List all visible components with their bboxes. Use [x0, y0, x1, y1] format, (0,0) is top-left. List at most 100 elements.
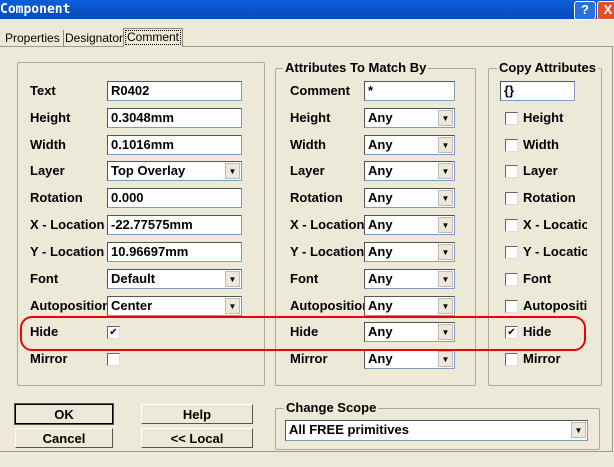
property-value: 0.1016mm — [111, 137, 174, 152]
property-label: Text — [30, 83, 56, 98]
property-input[interactable]: -22.77575mm — [107, 215, 242, 235]
property-value: 0.000 — [111, 190, 144, 205]
match-label: Mirror — [290, 351, 328, 366]
copy-checkbox[interactable] — [505, 219, 518, 232]
property-value: Default — [111, 271, 156, 286]
match-label: Layer — [290, 163, 325, 178]
property-value: Top Overlay — [111, 163, 186, 178]
scope-value: All FREE primitives — [289, 422, 409, 437]
window-title: Component — [0, 2, 71, 17]
match-label: Comment — [290, 83, 350, 98]
property-select[interactable]: Default ▼ — [107, 269, 242, 289]
property-label: Autoposition — [30, 298, 111, 313]
scope-group-title: Change Scope — [284, 400, 379, 415]
match-value: Any — [368, 190, 393, 205]
match-label: X - Location — [290, 217, 364, 232]
property-value: 10.96697mm — [111, 244, 189, 259]
match-value: Any — [368, 298, 393, 313]
copy-checkbox[interactable] — [505, 192, 518, 205]
match-select[interactable]: Any ▼ — [364, 269, 455, 289]
property-label: Mirror — [30, 351, 68, 366]
scope-select[interactable]: All FREE primitives ▼ — [285, 420, 588, 441]
match-label: Autoposition — [290, 298, 364, 313]
match-value: Any — [368, 271, 393, 286]
property-input[interactable]: 0.3048mm — [107, 108, 242, 128]
copy-group-title: Copy Attributes — [497, 60, 599, 75]
property-value: 0.3048mm — [111, 110, 174, 125]
property-select[interactable]: Top Overlay ▼ — [107, 161, 242, 181]
property-label: Layer — [30, 163, 65, 178]
match-select[interactable]: Any ▼ — [364, 296, 455, 316]
property-label: Rotation — [30, 190, 83, 205]
copy-checkbox[interactable] — [505, 165, 518, 178]
copy-checkbox[interactable] — [505, 139, 518, 152]
copy-checkbox[interactable] — [505, 246, 518, 259]
close-button[interactable]: X — [597, 1, 614, 20]
property-label: Y - Location — [30, 244, 105, 259]
copy-checkbox[interactable] — [505, 300, 518, 313]
copy-value: {} — [504, 83, 515, 98]
chevron-down-icon: ▼ — [438, 217, 453, 233]
title-bar: Component — [0, 0, 614, 19]
match-select[interactable]: Any ▼ — [364, 135, 455, 155]
match-value: Any — [368, 163, 393, 178]
copy-checkbox[interactable] — [505, 353, 518, 366]
match-value: * — [368, 83, 374, 98]
match-label: Font — [290, 271, 319, 286]
copy-label: Autoposition — [523, 298, 587, 313]
match-group-title: Attributes To Match By — [283, 60, 429, 75]
property-select[interactable]: Center ▼ — [107, 296, 242, 316]
property-label: Font — [30, 271, 59, 286]
match-select[interactable]: Any ▼ — [364, 242, 455, 262]
property-value: R0402 — [111, 83, 150, 98]
match-select[interactable]: Any ▼ — [364, 215, 455, 235]
match-select[interactable]: Any ▼ — [364, 108, 455, 128]
match-value: Any — [368, 110, 393, 125]
match-value: Any — [368, 244, 393, 259]
match-value: Any — [368, 351, 393, 366]
match-select[interactable]: Any ▼ — [364, 161, 455, 181]
match-comment-input[interactable]: * — [364, 81, 455, 101]
chevron-down-icon: ▼ — [438, 271, 453, 287]
chevron-down-icon: ▼ — [571, 422, 586, 438]
copy-label: X - Location — [523, 217, 587, 232]
chevron-down-icon: ▼ — [225, 163, 240, 179]
cancel-button[interactable]: Cancel — [15, 428, 113, 448]
tab-comment[interactable]: Comment — [123, 28, 184, 47]
property-input[interactable]: R0402 — [107, 81, 242, 101]
property-input[interactable]: 10.96697mm — [107, 242, 242, 262]
copy-checkbox[interactable] — [505, 112, 518, 125]
help-title-button[interactable]: ? — [574, 1, 596, 20]
chevron-down-icon: ▼ — [438, 163, 453, 179]
property-value: -22.77575mm — [111, 217, 193, 232]
match-select[interactable]: Any ▼ — [364, 188, 455, 208]
property-label: Height — [30, 110, 71, 125]
copy-label: Font — [523, 271, 552, 286]
match-select[interactable]: Any ▼ — [364, 349, 455, 369]
chevron-down-icon: ▼ — [438, 190, 453, 206]
copy-label: Mirror — [523, 351, 561, 366]
copy-label: Width — [523, 137, 559, 152]
property-checkbox[interactable] — [107, 353, 120, 366]
copy-label: Layer — [523, 163, 558, 178]
tab-designator[interactable]: Designator — [62, 30, 128, 46]
property-value: Center — [111, 298, 153, 313]
match-value: Any — [368, 217, 393, 232]
chevron-down-icon: ▼ — [438, 137, 453, 153]
copy-checkbox[interactable] — [505, 273, 518, 286]
property-input[interactable]: 0.1016mm — [107, 135, 242, 155]
chevron-down-icon: ▼ — [438, 244, 453, 260]
copy-label: Y - Location — [523, 244, 587, 259]
match-value: Any — [368, 137, 393, 152]
local-button[interactable]: << Local — [141, 428, 253, 448]
match-label: Rotation — [290, 190, 343, 205]
property-input[interactable]: 0.000 — [107, 188, 242, 208]
property-label: Width — [30, 137, 66, 152]
help-button[interactable]: Help — [141, 404, 253, 424]
tab-properties[interactable]: Properties — [2, 30, 64, 46]
chevron-down-icon: ▼ — [438, 298, 453, 314]
copy-label: Height — [523, 110, 564, 125]
copy-attributes-input[interactable]: {} — [500, 81, 575, 101]
ok-button[interactable]: OK — [14, 403, 114, 425]
chevron-down-icon: ▼ — [438, 110, 453, 126]
